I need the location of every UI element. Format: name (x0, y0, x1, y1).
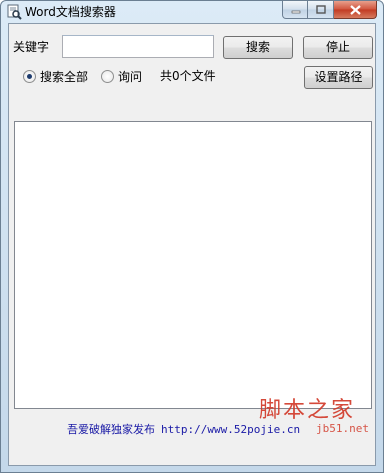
set-path-button[interactable]: 设置路径 (304, 66, 373, 89)
results-list[interactable] (14, 121, 372, 409)
caption-buttons (282, 1, 377, 19)
title-bar[interactable]: Word文档搜索器 (1, 1, 383, 23)
search-all-radio[interactable] (23, 69, 36, 83)
publisher-text: 吾爱破解独家发布 (67, 423, 155, 436)
maximize-button[interactable] (308, 1, 334, 19)
maximize-icon (308, 5, 334, 22)
query-radio[interactable] (101, 69, 114, 83)
keyword-label: 关键字 (13, 40, 50, 54)
client-area: 关键字 搜索 停止 搜索全部 询问 共0个文件 设置路径 吾爱破解独家发布 htt… (8, 23, 376, 466)
publisher-url[interactable]: http://www.52pojie.cn (161, 423, 300, 436)
watermark-brand: 脚本之家 (258, 398, 355, 423)
minimize-icon (283, 8, 309, 22)
search-button[interactable]: 搜索 (223, 36, 293, 59)
close-icon (334, 5, 377, 22)
magnifier-document-icon (6, 4, 22, 20)
app-window: Word文档搜索器 关键字 搜索 停止 搜索全部 询问 共0个文件 设置路径 吾… (0, 0, 384, 473)
window-title: Word文档搜索器 (25, 5, 116, 19)
search-all-option[interactable]: 搜索全部 (23, 68, 88, 84)
keyword-input[interactable] (62, 35, 214, 58)
watermark-site: jb51.net (316, 422, 369, 435)
stop-button[interactable]: 停止 (303, 36, 373, 59)
query-label: 询问 (118, 69, 143, 84)
minimize-button[interactable] (282, 1, 308, 19)
file-count: 共0个文件 (160, 69, 216, 83)
search-all-label: 搜索全部 (40, 69, 89, 84)
query-option[interactable]: 询问 (101, 68, 142, 84)
close-button[interactable] (334, 1, 377, 19)
